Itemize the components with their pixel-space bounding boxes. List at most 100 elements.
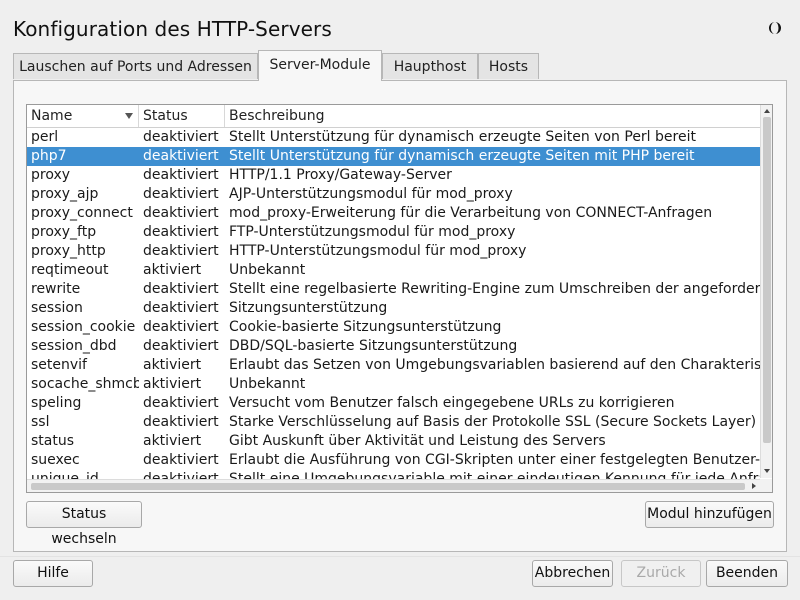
vertical-scroll-thumb[interactable]: [763, 117, 771, 443]
module-name-cell: php7: [31, 148, 67, 164]
finish-button[interactable]: Beenden: [706, 560, 788, 587]
help-button[interactable]: Hilfe: [13, 560, 93, 587]
module-status-cell: aktiviert: [143, 262, 202, 278]
module-status-cell: deaktiviert: [143, 414, 219, 430]
toggle-status-button[interactable]: Status wechseln: [26, 501, 142, 547]
module-name-cell: status: [31, 433, 75, 449]
module-description-cell: Stellt Unterstützung für dynamisch erzeu…: [229, 148, 695, 164]
module-status-cell: deaktiviert: [143, 224, 219, 240]
table-row[interactable]: proxy_http deaktiviert HTTP-Unterstützungs…: [27, 242, 760, 261]
module-status-cell: deaktiviert: [143, 186, 219, 202]
module-status-cell: deaktiviert: [143, 243, 219, 259]
tab-label: Hosts: [488, 59, 529, 75]
table-row[interactable]: unique_id deaktiviert Stellt eine Umgebung…: [27, 470, 760, 479]
table-row[interactable]: suexec deaktiviert Erlaubt die Ausführung …: [27, 451, 760, 470]
scroll-right-icon[interactable]: [748, 480, 760, 492]
column-header-label: Name: [31, 108, 73, 124]
module-description-cell: Versucht vom Benutzer falsch eingegebene…: [229, 395, 675, 411]
module-name-cell: setenvif: [31, 357, 87, 373]
module-description-cell: Unbekannt: [229, 376, 306, 392]
table-body: perl deaktiviert Stellt Unterstützung für …: [27, 128, 760, 479]
column-header-name[interactable]: Name: [27, 105, 139, 127]
module-description-cell: Stellt eine regelbasierte Rewriting-Engi…: [229, 281, 760, 297]
module-description-cell: DBD/SQL-basierte Sitzungsunterstützung: [229, 338, 518, 354]
table-row[interactable]: proxy_connect deaktiviert mod_proxy-Erweit…: [27, 204, 760, 223]
module-status-cell: aktiviert: [143, 357, 202, 373]
table-row[interactable]: rewrite deaktiviert Stellt eine regelbasie…: [27, 280, 760, 299]
module-name-cell: speling: [31, 395, 82, 411]
module-name-cell: proxy_connect: [31, 205, 133, 221]
sort-descending-icon: [125, 113, 133, 119]
module-name-cell: proxy_ftp: [31, 224, 97, 240]
table-row[interactable]: session_cookie deaktiviert Cookie-basierte…: [27, 318, 760, 337]
module-description-cell: AJP-Unterstützungsmodul für mod_proxy: [229, 186, 513, 202]
module-description-cell: mod_proxy-Erweiterung für die Verarbeitu…: [229, 205, 713, 221]
cancel-button[interactable]: Abbrechen: [532, 560, 613, 587]
module-name-cell: proxy: [31, 167, 71, 183]
table-row[interactable]: proxy_ftp deaktiviert FTP-Unterstützungsmo…: [27, 223, 760, 242]
module-name-cell: proxy_http: [31, 243, 106, 259]
table-row[interactable]: session_dbd deaktiviert DBD/SQL-basierte S…: [27, 337, 760, 356]
module-description-cell: Gibt Auskunft über Aktivität und Leistun…: [229, 433, 606, 449]
module-status-cell: aktiviert: [143, 433, 202, 449]
module-name-cell: reqtimeout: [31, 262, 109, 278]
table-header: Name Status Beschreibung: [27, 105, 760, 128]
tab-label: Server-Module: [269, 57, 371, 73]
module-description-cell: Stellt Unterstützung für dynamisch erzeu…: [229, 129, 696, 145]
table-row[interactable]: setenvif aktiviert Erlaubt das Setzen von …: [27, 356, 760, 375]
back-button: Zurück: [621, 560, 701, 587]
scroll-up-icon[interactable]: [761, 105, 773, 117]
module-name-cell: unique_id: [31, 471, 99, 479]
table-row[interactable]: speling deaktiviert Versucht vom Benutzer …: [27, 394, 760, 413]
table-row[interactable]: perl deaktiviert Stellt Unterstützung für …: [27, 128, 760, 147]
module-status-cell: deaktiviert: [143, 395, 219, 411]
column-header-label: Beschreibung: [229, 108, 325, 124]
module-status-cell: deaktiviert: [143, 281, 219, 297]
table-row[interactable]: proxy_ajp deaktiviert AJP-Unterstützungsmo…: [27, 185, 760, 204]
table-row[interactable]: proxy deaktiviert HTTP/1.1 Proxy/Gateway-S…: [27, 166, 760, 185]
module-name-cell: session: [31, 300, 83, 316]
module-description-cell: Cookie-basierte Sitzungsunterstützung: [229, 319, 502, 335]
module-name-cell: rewrite: [31, 281, 81, 297]
horizontal-scrollbar[interactable]: [27, 479, 760, 492]
module-status-cell: deaktiviert: [143, 452, 219, 468]
module-name-cell: perl: [31, 129, 59, 145]
vertical-scrollbar[interactable]: [760, 105, 773, 478]
modules-table: Name Status Beschreibung perl deaktiviert…: [26, 104, 773, 493]
tab-main-host[interactable]: Haupthost: [382, 53, 478, 79]
horizontal-scroll-thumb[interactable]: [31, 483, 745, 490]
module-name-cell: suexec: [31, 452, 80, 468]
module-status-cell: deaktiviert: [143, 300, 219, 316]
scroll-down-icon[interactable]: [761, 465, 773, 477]
tab-ports-and-addresses[interactable]: Lauschen auf Ports und Adressen: [13, 53, 258, 79]
scrollbar-corner: [760, 479, 772, 492]
module-status-cell: deaktiviert: [143, 148, 219, 164]
http-server-config-window: Konfiguration des HTTP-Servers Lauschen …: [0, 0, 800, 600]
table-row[interactable]: session deaktiviert Sitzungsunterstützung: [27, 299, 760, 318]
module-description-cell: Stellt eine Umgebungsvariable mit einer …: [229, 471, 760, 479]
tab-hosts[interactable]: Hosts: [478, 53, 539, 79]
module-status-cell: deaktiviert: [143, 167, 219, 183]
tab-server-modules[interactable]: Server-Module: [258, 50, 382, 81]
module-name-cell: session_dbd: [31, 338, 117, 354]
table-row[interactable]: php7 deaktiviert Stellt Unterstützung für …: [27, 147, 760, 166]
add-module-button[interactable]: Modul hinzufügen: [645, 501, 774, 528]
column-header-status[interactable]: Status: [139, 105, 225, 127]
module-name-cell: ssl: [31, 414, 50, 430]
module-description-cell: Erlaubt das Setzen von Umgebungsvariable…: [229, 357, 760, 373]
module-name-cell: session_cookie: [31, 319, 136, 335]
module-status-cell: deaktiviert: [143, 338, 219, 354]
module-description-cell: HTTP-Unterstützungsmodul für mod_proxy: [229, 243, 527, 259]
module-status-cell: aktiviert: [143, 376, 202, 392]
table-row[interactable]: status aktiviert Gibt Auskunft über Aktivi…: [27, 432, 760, 451]
module-description-cell: Sitzungsunterstützung: [229, 300, 388, 316]
table-row[interactable]: ssl deaktiviert Starke Verschlüsselung auf…: [27, 413, 760, 432]
table-row[interactable]: reqtimeout aktiviert Unbekannt: [27, 261, 760, 280]
window-title: Konfiguration des HTTP-Servers: [13, 17, 332, 41]
module-description-cell: FTP-Unterstützungsmodul für mod_proxy: [229, 224, 516, 240]
module-description-cell: HTTP/1.1 Proxy/Gateway-Server: [229, 167, 452, 183]
column-header-description[interactable]: Beschreibung: [225, 105, 760, 127]
half-moon-icon[interactable]: [768, 21, 782, 35]
module-description-cell: Starke Verschlüsselung auf Basis der Pro…: [229, 414, 760, 430]
table-row[interactable]: socache_shmcb aktiviert Unbekannt: [27, 375, 760, 394]
